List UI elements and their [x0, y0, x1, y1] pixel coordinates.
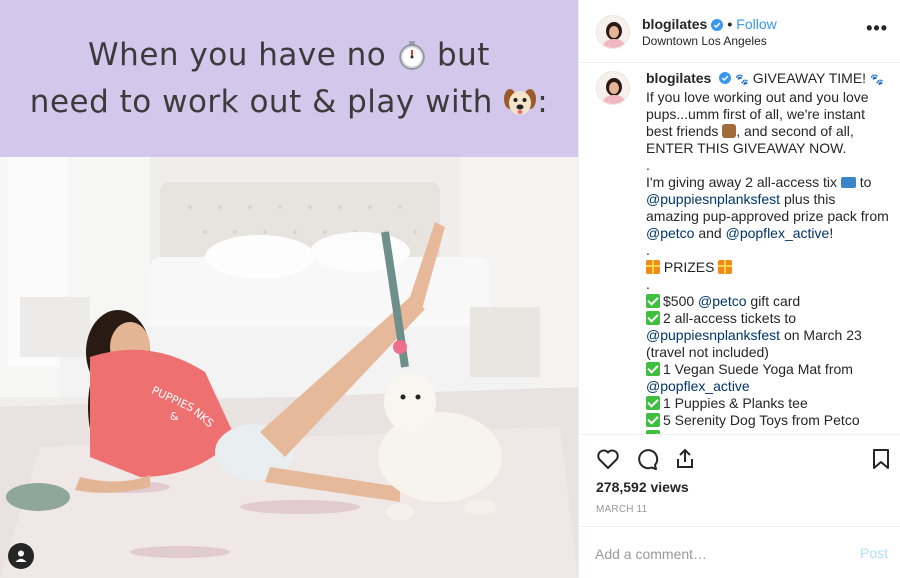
caption-text: I'm giving away 2 all-access tix	[646, 174, 837, 190]
separator: •	[727, 16, 733, 32]
prizes-label: PRIZES	[663, 259, 715, 275]
view-count[interactable]: 278,592 views	[596, 479, 689, 495]
caption-username[interactable]: blogilates	[646, 70, 711, 86]
caption-first-line: blogilates 🐾 GIVEAWAY TIME! 🐾	[646, 70, 891, 89]
check-mark-icon	[646, 396, 660, 410]
caption-text: $500	[663, 293, 695, 309]
prize-item: 1 Vegan Suede Yoga Mat from @popflex_act…	[646, 361, 891, 395]
caption-text: and	[698, 225, 722, 241]
dog-face-icon	[503, 86, 537, 128]
prize-item: $500 @petco gift card	[646, 293, 891, 310]
share-icon[interactable]	[672, 446, 698, 472]
verified-badge-icon	[719, 71, 732, 84]
banner-line1: When you have no	[88, 36, 387, 73]
like-heart-icon[interactable]	[595, 446, 621, 472]
post-date[interactable]: MARCH 11	[596, 504, 647, 515]
caption-paragraph-2: I'm giving away 2 all-access tix to @pup…	[646, 174, 891, 242]
people-icon	[722, 124, 737, 138]
gift-icon	[646, 260, 660, 274]
avatar[interactable]	[596, 15, 630, 49]
comment-input[interactable]	[595, 544, 835, 564]
mention-link[interactable]: @puppiesnplanksfest	[646, 327, 780, 343]
prizes-heading: PRIZES	[646, 259, 891, 276]
caption-text: 1 Vegan Suede Yoga Mat from	[663, 361, 853, 377]
prize-item: 5 Serenity Dog Toys from Petco	[646, 412, 891, 429]
caption-text: 2 all-access tickets to	[663, 310, 797, 326]
caption-giveaway: GIVEAWAY TIME!	[752, 70, 867, 86]
post-caption: blogilates 🐾 GIVEAWAY TIME! 🐾 If you lov…	[646, 70, 891, 434]
post-media[interactable]: When you have no but need to work out & …	[0, 0, 578, 578]
check-mark-icon	[646, 362, 660, 376]
header-user-line: blogilates • Follow	[642, 16, 777, 32]
ticket-icon	[840, 177, 856, 188]
header-username[interactable]: blogilates	[642, 16, 707, 32]
caption-text: 5 Serenity Dog Toys from Petco	[663, 412, 860, 428]
check-mark-icon	[646, 311, 660, 325]
caption-text: gift card	[750, 293, 801, 309]
post-header: blogilates • Follow Downtown Los Angeles…	[579, 0, 900, 63]
shirt-text-2: &	[170, 410, 179, 423]
bookmark-icon[interactable]	[868, 446, 894, 472]
gift-icon	[718, 260, 733, 274]
mention-link[interactable]: @popflex_active	[646, 378, 750, 394]
post-photo: PUPPIES & NKS	[0, 157, 578, 578]
caption-dot: .	[646, 157, 650, 173]
prize-item: 2 all-access tickets to @puppiesnplanksf…	[646, 310, 891, 361]
caption-dot: .	[646, 276, 650, 292]
action-bar	[579, 434, 900, 478]
mention-link[interactable]: @popflex_active	[726, 225, 830, 241]
banner-line1-after: but	[436, 36, 490, 73]
caption-text: 1 Puppies & Planks tee	[663, 395, 808, 411]
banner-text: When you have no but need to work out & …	[30, 34, 548, 128]
verified-badge-icon	[711, 18, 724, 31]
mention-link[interactable]: @petco	[646, 225, 694, 241]
caption-text: to	[859, 174, 872, 190]
prize-item: 1 Puppies & Planks tee	[646, 395, 891, 412]
text-banner: When you have no but need to work out & …	[0, 0, 578, 157]
comments-scroll-area[interactable]: blogilates 🐾 GIVEAWAY TIME! 🐾 If you lov…	[579, 64, 900, 434]
check-mark-icon	[646, 413, 660, 427]
comment-bubble-icon[interactable]	[634, 446, 660, 472]
add-comment-row: Post	[579, 526, 900, 578]
post-button[interactable]: Post	[860, 545, 888, 561]
caption-dot: .	[646, 242, 650, 258]
avatar[interactable]	[596, 71, 630, 105]
caption-paragraph-1: If you love working out and you love pup…	[646, 89, 891, 157]
mention-link[interactable]: @puppiesnplanksfest	[646, 191, 780, 207]
follow-button[interactable]: Follow	[736, 16, 776, 32]
post-details-panel: blogilates • Follow Downtown Los Angeles…	[578, 0, 900, 578]
banner-line2: need to work out & play with	[29, 83, 493, 120]
stopwatch-icon	[397, 39, 427, 81]
banner-line2-after: :	[537, 83, 549, 120]
check-mark-icon	[646, 294, 660, 308]
paw-prints-icon: 🐾	[869, 74, 884, 86]
paw-prints-icon: 🐾	[735, 74, 749, 86]
more-options-icon[interactable]: •••	[866, 18, 888, 39]
mention-link[interactable]: @petco	[698, 293, 746, 309]
user-tags-icon[interactable]	[8, 543, 34, 569]
caption-text: !	[829, 225, 834, 241]
location-link[interactable]: Downtown Los Angeles	[642, 34, 767, 48]
